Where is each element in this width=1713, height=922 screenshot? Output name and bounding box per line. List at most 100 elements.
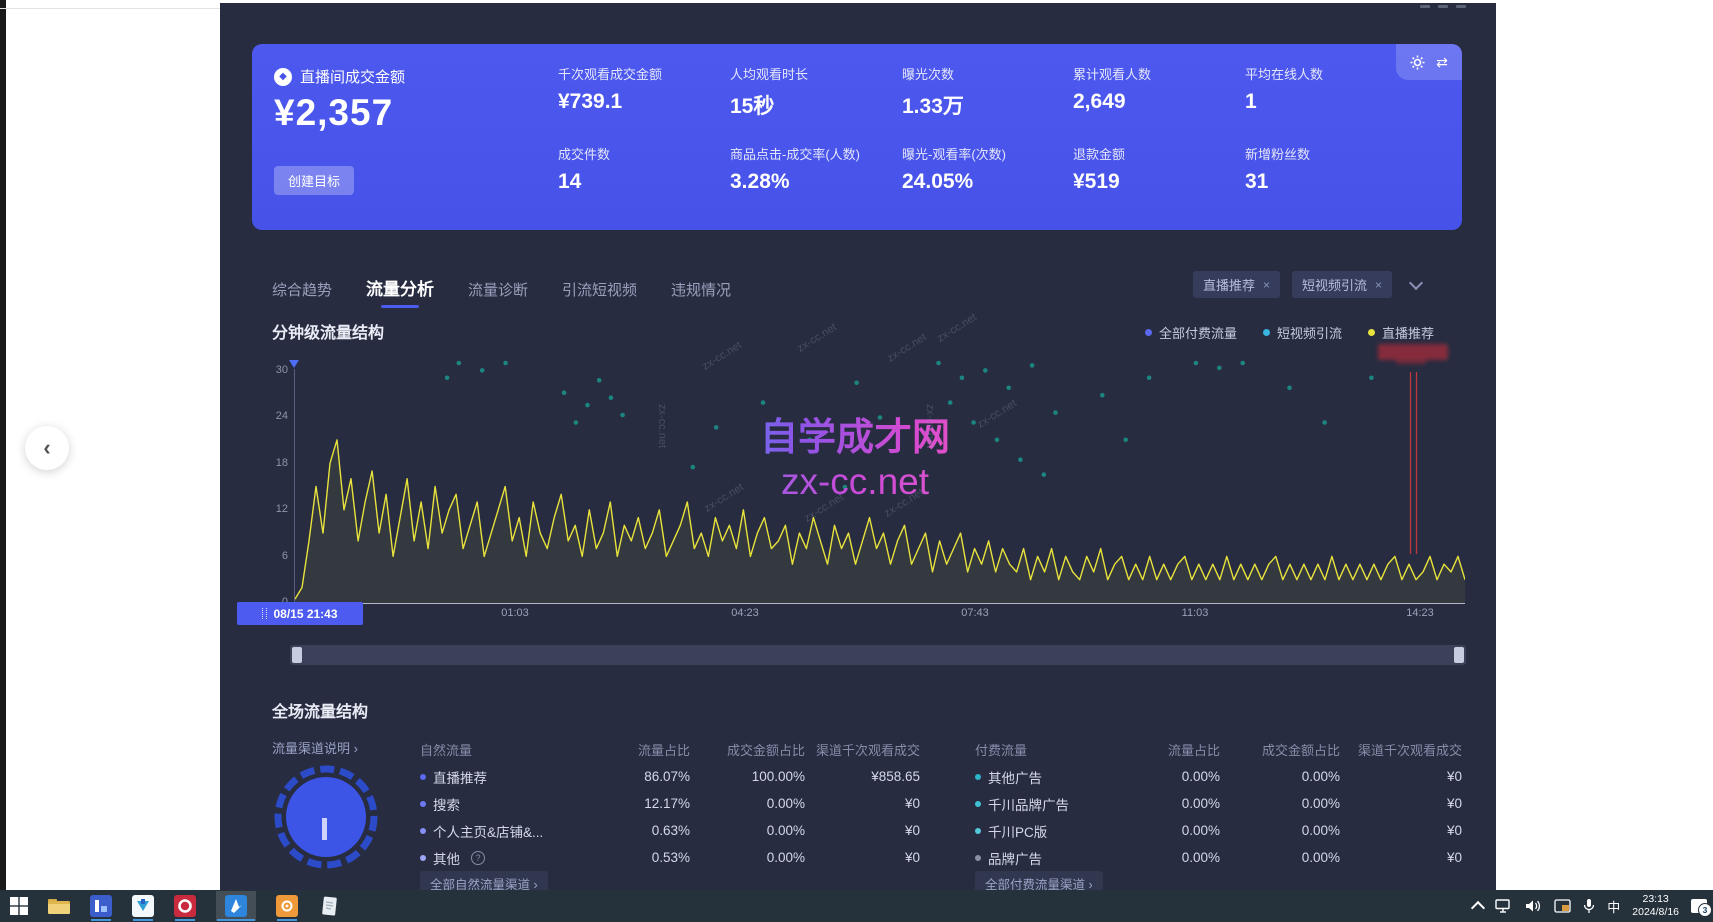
create-goal-button[interactable]: 创建目标	[274, 166, 354, 195]
y-tick: 18	[258, 457, 288, 469]
chevron-down-icon[interactable]	[1404, 274, 1428, 296]
summary-card-title-row: ◆ 直播间成交金额	[274, 66, 405, 87]
left-edge-strip	[0, 0, 6, 890]
app-meeting-icon[interactable]	[132, 895, 154, 917]
metric: 成交件数14	[558, 144, 730, 194]
notification-icon[interactable]: 3	[1691, 899, 1707, 913]
col-header: 渠道千次观看成交	[1340, 740, 1462, 759]
watermark-tile: zx-cc.net	[935, 311, 979, 345]
back-button[interactable]: ‹	[25, 426, 69, 470]
metric: 商品点击-成交率(人数)3.28%	[730, 144, 902, 194]
time-range-slider[interactable]	[290, 645, 1466, 665]
tray-expand-icon[interactable]	[1471, 901, 1485, 915]
slider-handle-left[interactable]	[292, 647, 302, 663]
gmv-value: ¥2,357	[274, 92, 393, 134]
y-tick: 12	[258, 503, 288, 515]
x-tick: 01:03	[480, 607, 550, 619]
x-tick: 07:43	[940, 607, 1010, 619]
app-orange-icon[interactable]	[276, 895, 298, 917]
minute-section-title: 分钟级流量结构	[272, 319, 384, 343]
swap-icon[interactable]: ⇄	[1436, 54, 1448, 71]
tab-short-video[interactable]: 引流短视频	[562, 279, 637, 308]
full-section-title: 全场流量结构	[272, 698, 368, 722]
traffic-donut-chart	[271, 760, 381, 875]
file-explorer-icon[interactable]	[48, 895, 70, 917]
card-tools: ⇄	[1396, 44, 1462, 80]
info-icon[interactable]: ?	[471, 851, 485, 865]
clock[interactable]: 23:13 2024/8/16	[1632, 893, 1679, 919]
tab-traffic-diagnosis[interactable]: 流量诊断	[468, 279, 528, 308]
legend-short-video[interactable]: 短视频引流	[1263, 323, 1342, 342]
start-button[interactable]	[10, 897, 28, 915]
app-l1-icon[interactable]	[90, 895, 112, 917]
metric: 千次观看成交金额¥739.1	[558, 64, 730, 120]
close-icon[interactable]: ×	[1263, 278, 1270, 292]
natural-traffic-table: 自然流量 流量占比 成交金额占比 渠道千次观看成交 直播推荐 86.07% 10…	[420, 736, 920, 871]
col-header: 成交金额占比	[1220, 740, 1340, 759]
analytics-window: ◆ 直播间成交金额 ¥2,357 创建目标 千次观看成交金额¥739.1 人均观…	[220, 3, 1496, 890]
table-row[interactable]: 其他? 0.53% 0.00% ¥0	[420, 844, 920, 871]
gmv-icon: ◆	[274, 68, 292, 86]
system-tray: 中 23:13 2024/8/16 3	[1473, 890, 1707, 922]
legend-paid[interactable]: 全部付费流量	[1145, 323, 1237, 342]
table-row[interactable]: 千川品牌广告 0.00% 0.00% ¥0	[975, 790, 1462, 817]
metric-grid: 千次观看成交金额¥739.1 人均观看时长15秒 曝光次数1.33万 累计观看人…	[558, 64, 1417, 194]
x-tick: 04:23	[710, 607, 780, 619]
chip-short-video[interactable]: 短视频引流 ×	[1292, 271, 1392, 298]
metric: 曝光-观看率(次数)24.05%	[902, 144, 1073, 194]
right-margin	[1496, 0, 1713, 890]
filter-chips: 直播推荐 × 短视频引流 ×	[1193, 271, 1428, 298]
x-tick: 14:23	[1385, 607, 1455, 619]
close-icon[interactable]: ×	[1375, 278, 1382, 292]
watermark-tile: zx-cc.net	[924, 404, 936, 448]
clock-time: 23:13	[1632, 893, 1679, 906]
table-row[interactable]: 千川PC版 0.00% 0.00% ¥0	[975, 817, 1462, 844]
red-annotation	[1378, 344, 1448, 360]
y-tick: 30	[258, 364, 288, 376]
chart-legend: 全部付费流量 短视频引流 直播推荐	[1145, 323, 1434, 342]
ime-indicator[interactable]: 中	[1607, 897, 1620, 916]
table-row[interactable]: 其他广告 0.00% 0.00% ¥0	[975, 763, 1462, 790]
metric: 退款金额¥519	[1073, 144, 1245, 194]
app-browser-icon[interactable]	[216, 891, 256, 921]
red-annotation-tail	[1396, 359, 1426, 364]
gear-icon[interactable]	[1410, 55, 1425, 70]
channel-help-link[interactable]: 流量渠道说明 ›	[272, 738, 358, 757]
col-header: 渠道千次观看成交	[805, 740, 920, 759]
col-header: 流量占比	[1120, 740, 1220, 759]
notification-badge: 3	[1698, 903, 1712, 917]
metric: 人均观看时长15秒	[730, 64, 902, 120]
window-controls[interactable]	[1420, 5, 1466, 8]
metric: 累计观看人数2,649	[1073, 64, 1245, 120]
watermark-tile: zx-cc.net	[795, 321, 839, 355]
col-header: 付费流量	[975, 740, 1120, 759]
table-row[interactable]: 搜索 12.17% 0.00% ¥0	[420, 790, 920, 817]
watermark-tile: zx-cc.net	[656, 404, 668, 448]
table-row[interactable]: 个人主页&店铺&... 0.63% 0.00% ¥0	[420, 817, 920, 844]
app-opera-icon[interactable]	[174, 895, 196, 917]
metric: 平均在线人数1	[1245, 64, 1417, 120]
chevron-left-icon: ‹	[43, 435, 50, 461]
x-axis-start-badge: 08/15 21:43	[237, 602, 363, 625]
y-tick: 24	[258, 410, 288, 422]
tab-violations[interactable]: 违规情况	[671, 279, 731, 308]
tab-traffic-analysis[interactable]: 流量分析	[366, 275, 434, 308]
chip-live-recommend[interactable]: 直播推荐 ×	[1193, 271, 1280, 298]
microphone-icon[interactable]	[1583, 898, 1595, 914]
table-row[interactable]: 品牌广告 0.00% 0.00% ¥0	[975, 844, 1462, 871]
slider-handle-right[interactable]	[1454, 647, 1464, 663]
taskbar: 中 23:13 2024/8/16 3	[0, 890, 1713, 922]
legend-live-recommend[interactable]: 直播推荐	[1368, 323, 1434, 342]
paid-traffic-table: 付费流量 流量占比 成交金额占比 渠道千次观看成交 其他广告 0.00% 0.0…	[975, 736, 1462, 871]
col-header: 成交金额占比	[690, 740, 805, 759]
x-tick: 11:03	[1160, 607, 1230, 619]
notepad-icon[interactable]	[318, 895, 340, 917]
volume-icon[interactable]	[1525, 899, 1542, 913]
metric: 曝光次数1.33万	[902, 64, 1073, 120]
table-row[interactable]: 直播推荐 86.07% 100.00% ¥858.65	[420, 763, 920, 790]
summary-card-title: 直播间成交金额	[300, 66, 405, 87]
graphics-tray-icon[interactable]	[1554, 899, 1571, 914]
col-header: 自然流量	[420, 740, 590, 759]
tab-overall-trend[interactable]: 综合趋势	[272, 279, 332, 308]
network-display-icon[interactable]	[1495, 898, 1513, 914]
